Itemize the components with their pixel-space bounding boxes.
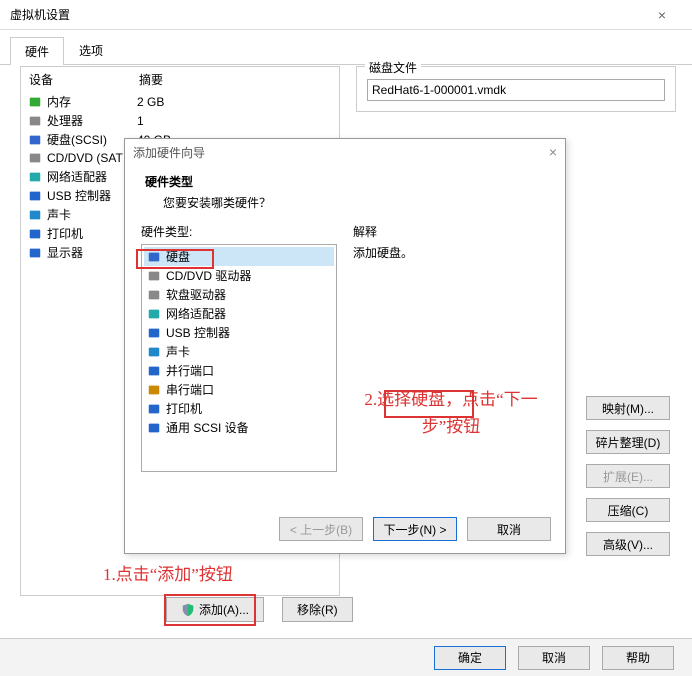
hw-item-label: 声卡 xyxy=(166,343,190,360)
hw-item-label: 打印机 xyxy=(166,400,202,417)
expand-button[interactable]: 扩展(E)... xyxy=(586,464,670,488)
titlebar: 虚拟机设置 × xyxy=(0,0,692,30)
cd-icon xyxy=(146,268,162,284)
wizard-header: 硬件类型 您要安装哪类硬件？ xyxy=(125,165,565,223)
disk-file-input[interactable] xyxy=(367,79,665,101)
device-name: 显示器 xyxy=(47,244,83,261)
display-icon xyxy=(27,245,43,261)
hw-item-parallel[interactable]: 并行端口 xyxy=(144,361,334,380)
memory-icon xyxy=(27,94,43,110)
hw-item-label: 串行端口 xyxy=(166,381,214,398)
hw-item-label: 软盘驱动器 xyxy=(166,286,226,303)
wizard-next-button[interactable]: 下一步(N) > xyxy=(373,517,457,541)
cd-icon xyxy=(27,150,43,166)
printer-icon xyxy=(27,226,43,242)
hw-item-label: 并行端口 xyxy=(166,362,214,379)
wizard-title: 添加硬件向导 xyxy=(133,144,549,161)
hardware-type-list[interactable]: 硬盘 CD/DVD 驱动器软盘驱动器网络适配器 USB 控制器声卡并行端口串行端口打… xyxy=(141,244,337,472)
hw-item-net[interactable]: 网络适配器 xyxy=(144,304,334,323)
hw-item-usb[interactable]: USB 控制器 xyxy=(144,323,334,342)
wizard-left-label: 硬件类型: xyxy=(141,223,337,240)
wizard-close-icon[interactable]: × xyxy=(549,144,557,160)
bottom-bar: 确定 取消 帮助 xyxy=(0,638,692,676)
floppy-icon xyxy=(146,287,162,303)
map-button[interactable]: 映射(M)... xyxy=(586,396,670,420)
device-name: USB 控制器 xyxy=(47,187,111,204)
device-name: CD/DVD (SAT xyxy=(47,151,123,165)
wizard-titlebar: 添加硬件向导 × xyxy=(125,139,565,165)
hw-item-disk[interactable]: 硬盘 xyxy=(144,247,334,266)
wizard-heading: 硬件类型 xyxy=(145,173,545,190)
device-row-memory[interactable]: 内存 2 GB xyxy=(21,92,339,111)
advanced-button[interactable]: 高级(V)... xyxy=(586,532,670,556)
side-buttons: 映射(M)... 碎片整理(D) 扩展(E)... 压缩(C) 高级(V)... xyxy=(586,396,670,556)
compress-button[interactable]: 压缩(C) xyxy=(586,498,670,522)
net-icon xyxy=(146,306,162,322)
hw-item-floppy[interactable]: 软盘驱动器 xyxy=(144,285,334,304)
ok-button[interactable]: 确定 xyxy=(434,646,506,670)
disk-file-group: 磁盘文件 xyxy=(356,66,676,112)
hw-item-sound[interactable]: 声卡 xyxy=(144,342,334,361)
remove-button[interactable]: 移除(R) xyxy=(282,597,353,622)
device-list-header: 设备 摘要 xyxy=(21,67,339,92)
usb-icon xyxy=(146,325,162,341)
scsi-icon xyxy=(146,420,162,436)
device-summary: 1 xyxy=(137,114,333,128)
hw-item-label: USB 控制器 xyxy=(166,324,230,341)
net-icon xyxy=(27,169,43,185)
device-name: 硬盘(SCSI) xyxy=(47,131,107,148)
wizard-right-col: 解释 添加硬盘。 xyxy=(337,223,549,493)
disk-file-label: 磁盘文件 xyxy=(365,59,421,76)
hw-item-scsi[interactable]: 通用 SCSI 设备 xyxy=(144,418,334,437)
right-panel: 磁盘文件 xyxy=(356,66,676,122)
printer-icon xyxy=(146,401,162,417)
wizard-cancel-button[interactable]: 取消 xyxy=(467,517,551,541)
shield-icon xyxy=(181,603,195,617)
sound-icon xyxy=(146,344,162,360)
device-name: 打印机 xyxy=(47,225,83,242)
wizard-back-button[interactable]: < 上一步(B) xyxy=(279,517,363,541)
add-button[interactable]: 添加(A)... xyxy=(166,597,264,622)
disk-icon xyxy=(27,132,43,148)
usb-icon xyxy=(27,188,43,204)
sound-icon xyxy=(27,207,43,223)
hdr-device: 设备 xyxy=(29,71,139,88)
wizard-explain: 添加硬盘。 xyxy=(353,244,549,261)
device-name: 内存 xyxy=(47,93,71,110)
device-name: 处理器 xyxy=(47,112,83,129)
window-title: 虚拟机设置 xyxy=(10,6,642,23)
serial-icon xyxy=(146,382,162,398)
add-hardware-wizard: 添加硬件向导 × 硬件类型 您要安装哪类硬件？ 硬件类型: 硬盘 CD/DVD 驱… xyxy=(124,138,566,554)
close-icon[interactable]: × xyxy=(642,7,682,23)
wizard-buttons: < 上一步(B) 下一步(N) > 取消 xyxy=(279,517,551,541)
wizard-left-col: 硬件类型: 硬盘 CD/DVD 驱动器软盘驱动器网络适配器 USB 控制器声卡并行端… xyxy=(141,223,337,493)
defrag-button[interactable]: 碎片整理(D) xyxy=(586,430,670,454)
device-name: 声卡 xyxy=(47,206,71,223)
hw-item-printer[interactable]: 打印机 xyxy=(144,399,334,418)
wizard-right-label: 解释 xyxy=(353,223,549,240)
hw-item-label: CD/DVD 驱动器 xyxy=(166,267,251,284)
device-name: 网络适配器 xyxy=(47,168,107,185)
hw-item-cd[interactable]: CD/DVD 驱动器 xyxy=(144,266,334,285)
hw-item-label: 通用 SCSI 设备 xyxy=(166,419,249,436)
cancel-button[interactable]: 取消 xyxy=(518,646,590,670)
cpu-icon xyxy=(27,113,43,129)
add-button-label: 添加(A)... xyxy=(199,601,249,618)
device-summary: 2 GB xyxy=(137,95,333,109)
hw-item-label: 网络适配器 xyxy=(166,305,226,322)
hw-item-label: 硬盘 xyxy=(166,248,190,265)
device-row-cpu[interactable]: 处理器 1 xyxy=(21,111,339,130)
hw-item-serial[interactable]: 串行端口 xyxy=(144,380,334,399)
add-remove-bar: 添加(A)... 移除(R) xyxy=(166,597,353,622)
disk-icon xyxy=(146,249,162,265)
wizard-subheading: 您要安装哪类硬件？ xyxy=(145,194,545,211)
parallel-icon xyxy=(146,363,162,379)
help-button[interactable]: 帮助 xyxy=(602,646,674,670)
hdr-summary: 摘要 xyxy=(139,71,163,88)
